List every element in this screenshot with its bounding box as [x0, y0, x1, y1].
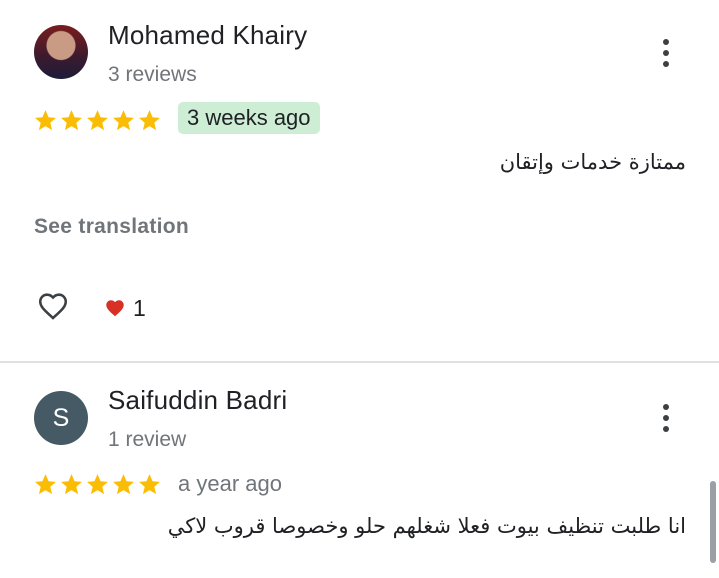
- star-icon: [35, 110, 56, 131]
- author-name[interactable]: Saifuddin Badri: [108, 385, 287, 416]
- review-card: S Saifuddin Badri 1 review a year ago ان…: [0, 363, 719, 578]
- review-text: انا طلبت تنظيف بيوت فعلا شغلهم حلو وخصوص…: [167, 514, 686, 538]
- review-time: a year ago: [178, 471, 282, 496]
- scrollbar[interactable]: [710, 481, 716, 563]
- star-rating: [33, 108, 162, 133]
- star-icon: [139, 110, 160, 131]
- review-time-badge: 3 weeks ago: [178, 102, 320, 134]
- star-icon: [113, 474, 134, 495]
- author-avatar[interactable]: S: [34, 391, 88, 445]
- like-count: 1: [133, 295, 146, 321]
- review-text: ممتازة خدمات وإتقان: [499, 150, 686, 174]
- star-icon: [87, 110, 108, 131]
- review-card: Mohamed Khairy 3 reviews 3 weeks ago ممت…: [0, 0, 719, 361]
- star-icon: [139, 474, 160, 495]
- star-icon: [61, 474, 82, 495]
- author-name[interactable]: Mohamed Khairy: [108, 20, 307, 51]
- star-icon: [113, 110, 134, 131]
- more-options-icon[interactable]: [656, 398, 676, 438]
- star-icon: [87, 474, 108, 495]
- reaction-heart-icon: [106, 300, 124, 317]
- author-avatar[interactable]: [34, 25, 88, 79]
- author-review-count: 3 reviews: [108, 63, 197, 86]
- like-heart-icon[interactable]: [35, 289, 71, 323]
- author-review-count: 1 review: [108, 428, 187, 451]
- see-translation-button[interactable]: See translation: [34, 215, 189, 239]
- more-options-icon[interactable]: [656, 33, 676, 73]
- star-rating: [33, 472, 162, 497]
- star-icon: [61, 110, 82, 131]
- star-icon: [35, 474, 56, 495]
